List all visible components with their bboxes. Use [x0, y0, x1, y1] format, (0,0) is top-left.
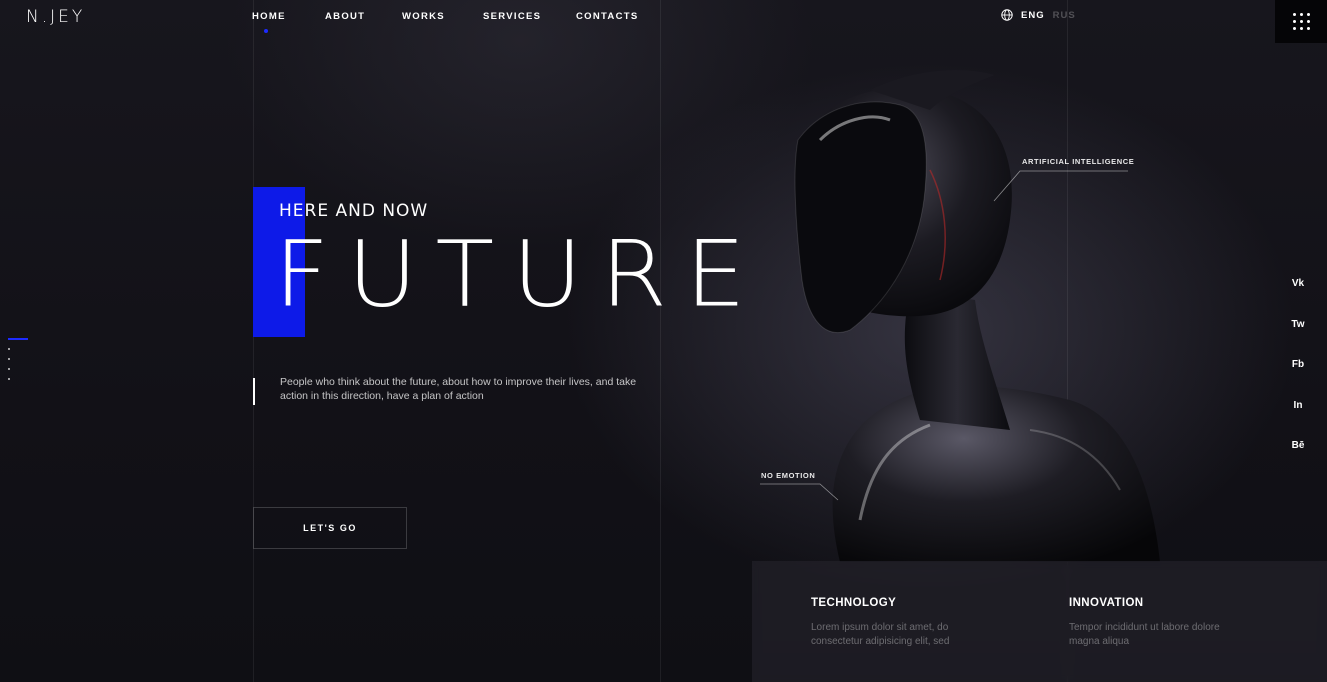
pager-dot[interactable]: [8, 358, 10, 360]
hero-description: People who think about the future, about…: [280, 376, 637, 402]
hero-title: FUTURE: [274, 220, 764, 328]
feature-innovation: INNOVATION Tempor incididunt ut labore d…: [1069, 597, 1249, 649]
globe-icon: [1001, 9, 1013, 21]
site-logo[interactable]: N.JEY: [26, 7, 85, 27]
nav-contacts[interactable]: CONTACTS: [576, 11, 638, 22]
feature-title: TECHNOLOGY: [811, 597, 897, 609]
hero-tagline: HERE AND NOW: [279, 201, 429, 221]
nav-about[interactable]: ABOUT: [325, 11, 365, 22]
nav-home[interactable]: HOME: [252, 11, 286, 22]
social-twitter-link[interactable]: Tw: [1288, 319, 1308, 330]
description-bar: [253, 378, 255, 405]
social-behance-link[interactable]: Bē: [1288, 440, 1308, 451]
grid-guide-line: [253, 0, 254, 682]
pager-active-indicator[interactable]: [8, 338, 28, 340]
grid-menu-button[interactable]: [1275, 0, 1327, 43]
nav-services[interactable]: SERVICES: [483, 11, 541, 22]
callout-ai: ARTIFICIAL INTELLIGENCE: [1022, 157, 1135, 166]
social-linkedin-link[interactable]: In: [1288, 400, 1308, 411]
callout-no-emotion: NO EMOTION: [761, 471, 816, 480]
feature-title: INNOVATION: [1069, 597, 1144, 609]
grid-menu-icon: [1292, 13, 1296, 16]
pager-dot[interactable]: [8, 378, 10, 380]
pager-dot[interactable]: [8, 348, 10, 350]
active-nav-indicator: [264, 29, 268, 33]
feature-text: Tempor incididunt ut labore dolore magna…: [1069, 622, 1220, 647]
features-panel: TECHNOLOGY Lorem ipsum dolor sit amet, d…: [752, 561, 1327, 682]
feature-text: Lorem ipsum dolor sit amet, do consectet…: [811, 622, 950, 647]
pager-dot[interactable]: [8, 368, 10, 370]
feature-technology: TECHNOLOGY Lorem ipsum dolor sit amet, d…: [811, 597, 991, 649]
nav-works[interactable]: WORKS: [402, 11, 445, 22]
lets-go-button[interactable]: LET'S GO: [253, 507, 407, 549]
callout-line-bottom: [760, 483, 839, 501]
slide-pager: [8, 338, 28, 388]
language-switcher: ENG RUS: [1001, 9, 1076, 21]
lang-rus[interactable]: RUS: [1053, 10, 1076, 21]
callout-line-top: [993, 170, 1128, 202]
social-facebook-link[interactable]: Fb: [1288, 359, 1308, 370]
lang-eng[interactable]: ENG: [1021, 10, 1045, 21]
social-vk-link[interactable]: Vk: [1288, 278, 1308, 289]
grid-guide-line: [660, 0, 661, 682]
